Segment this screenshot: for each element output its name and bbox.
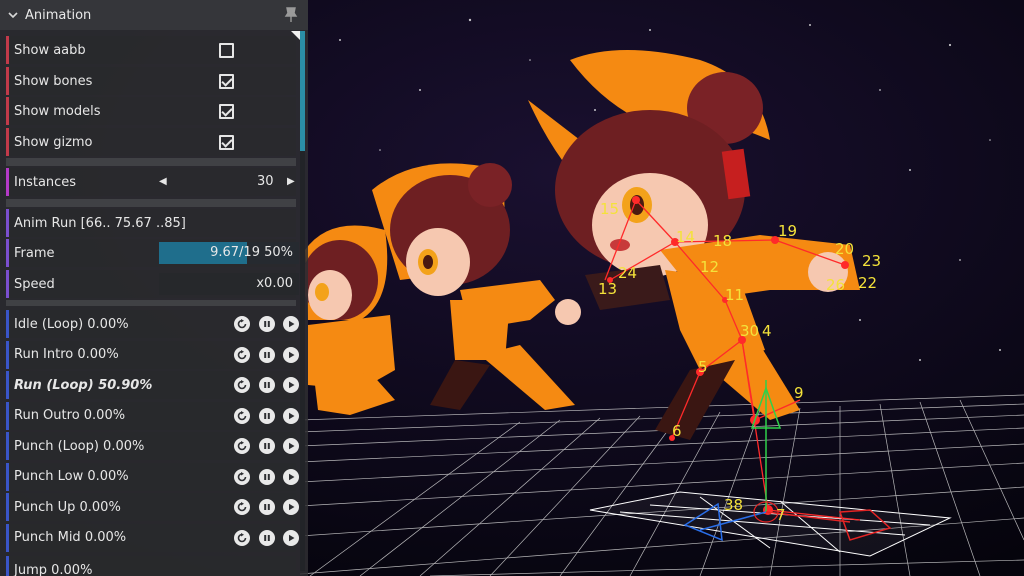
- increment-arrow-icon[interactable]: ▶: [287, 176, 295, 187]
- animation-row[interactable]: Punch Mid 0.00%: [6, 523, 299, 552]
- animation-label: Punch Mid 0.00%: [14, 530, 127, 545]
- animation-label: Punch Low 0.00%: [14, 469, 129, 484]
- speed-row[interactable]: Speed x0.00: [6, 270, 299, 298]
- animation-label: Punch (Loop) 0.00%: [14, 438, 145, 454]
- toggle-label: Show models: [14, 103, 101, 119]
- anim-info-row: Anim Run [66.. 75.67 ..85]: [6, 209, 296, 237]
- toggle-label: Show gizmo: [14, 134, 93, 150]
- play-icon[interactable]: [283, 316, 299, 332]
- play-icon[interactable]: [283, 529, 299, 546]
- play-icon[interactable]: [283, 438, 299, 454]
- pause-icon[interactable]: [259, 529, 275, 546]
- bone-label: 38: [724, 496, 744, 514]
- play-icon[interactable]: [283, 499, 299, 515]
- animation-label: Jump 0.00%: [14, 562, 93, 576]
- animation-panel: Animation Show aabb Show bones Show mode…: [0, 0, 308, 576]
- animation-row[interactable]: Run Intro 0.00%: [6, 340, 299, 369]
- pin-icon[interactable]: [284, 7, 298, 23]
- animation-label: Run Intro 0.00%: [14, 347, 119, 362]
- bone-label: 12: [700, 258, 720, 276]
- panel-header[interactable]: Animation: [0, 0, 308, 30]
- animation-row[interactable]: Run (Loop) 50.90%: [6, 371, 299, 399]
- restart-icon[interactable]: [234, 468, 250, 485]
- bone-label: 4: [762, 322, 772, 340]
- instances-stepper[interactable]: Instances ◀ 30 ▶: [6, 168, 296, 196]
- animation-row[interactable]: Punch Low 0.00%: [6, 462, 299, 491]
- restart-icon[interactable]: [234, 346, 250, 363]
- anim-info-text: Anim Run [66.. 75.67 ..85]: [14, 215, 186, 231]
- animation-label: Run Outro 0.00%: [14, 408, 126, 423]
- bone-label: 11: [725, 286, 745, 304]
- restart-icon[interactable]: [234, 316, 250, 332]
- pause-icon[interactable]: [259, 407, 275, 424]
- pause-icon[interactable]: [259, 377, 275, 393]
- frame-label: Frame: [14, 245, 55, 261]
- list-item-partial[interactable]: Jump 0.00%: [6, 556, 296, 576]
- checkbox-show-models[interactable]: [219, 104, 234, 119]
- restart-icon[interactable]: [234, 407, 250, 424]
- toggle-show-aabb[interactable]: Show aabb: [6, 36, 296, 64]
- pause-icon[interactable]: [259, 438, 275, 454]
- bone-label: 14: [676, 228, 696, 246]
- toggle-show-bones[interactable]: Show bones: [6, 67, 296, 95]
- bone-label: 30: [740, 322, 760, 340]
- pause-icon[interactable]: [259, 346, 275, 363]
- restart-icon[interactable]: [234, 499, 250, 515]
- pause-icon[interactable]: [259, 468, 275, 485]
- animation-row[interactable]: Idle (Loop) 0.00%: [6, 310, 299, 338]
- pause-icon[interactable]: [259, 316, 275, 332]
- restart-icon[interactable]: [234, 377, 250, 393]
- separator: [6, 300, 296, 306]
- play-icon[interactable]: [283, 377, 299, 393]
- toggle-label: Show aabb: [14, 42, 86, 58]
- bone-label: 7: [776, 506, 786, 524]
- bone-label: 5: [698, 358, 708, 376]
- toggle-show-gizmo[interactable]: Show gizmo: [6, 128, 296, 156]
- animation-row[interactable]: Punch Up 0.00%: [6, 493, 299, 521]
- decrement-arrow-icon[interactable]: ◀: [159, 176, 167, 187]
- toggle-show-models[interactable]: Show models: [6, 97, 296, 125]
- bone-label: 19: [778, 222, 798, 240]
- animation-row[interactable]: Punch (Loop) 0.00%: [6, 432, 299, 460]
- pause-icon[interactable]: [259, 499, 275, 515]
- frame-slider-row[interactable]: Frame 9.67/19 50%: [6, 239, 299, 267]
- bone-label: 20: [835, 240, 855, 258]
- speed-slider[interactable]: x0.00: [159, 273, 299, 295]
- play-icon[interactable]: [283, 407, 299, 424]
- bone-label: 22: [858, 274, 878, 292]
- animation-label: Punch Up 0.00%: [14, 499, 121, 515]
- animation-label: Idle (Loop) 0.00%: [14, 316, 129, 332]
- bone-label: 13: [598, 280, 618, 298]
- bone-label: 23: [862, 252, 882, 270]
- checkbox-show-aabb[interactable]: [219, 43, 234, 58]
- bone-label: 9: [794, 384, 804, 402]
- checkbox-show-bones[interactable]: [219, 74, 234, 89]
- bone-label: 18: [713, 232, 733, 250]
- animation-row[interactable]: Run Outro 0.00%: [6, 401, 299, 430]
- restart-icon[interactable]: [234, 529, 250, 546]
- separator: [6, 199, 296, 207]
- play-icon[interactable]: [283, 468, 299, 485]
- separator: [6, 158, 296, 166]
- panel-title: Animation: [25, 7, 92, 23]
- instances-value: 30: [257, 174, 274, 189]
- speed-label: Speed: [14, 276, 55, 292]
- restart-icon[interactable]: [234, 438, 250, 454]
- frame-value: 9.67/19 50%: [210, 245, 293, 260]
- bone-label: 26: [826, 276, 846, 294]
- toggle-label: Show bones: [14, 73, 93, 89]
- bone-label: 24: [618, 264, 638, 282]
- chevron-down-icon[interactable]: [7, 9, 19, 21]
- checkbox-show-gizmo[interactable]: [219, 135, 234, 150]
- instances-label: Instances: [14, 174, 77, 190]
- speed-value: x0.00: [256, 276, 293, 291]
- animation-label: Run (Loop) 50.90%: [14, 377, 153, 393]
- frame-slider[interactable]: 9.67/19 50%: [159, 242, 299, 264]
- bone-label: 15: [600, 200, 620, 218]
- play-icon[interactable]: [283, 346, 299, 363]
- bone-label: 6: [672, 422, 682, 440]
- scrollbar-thumb[interactable]: [300, 31, 305, 151]
